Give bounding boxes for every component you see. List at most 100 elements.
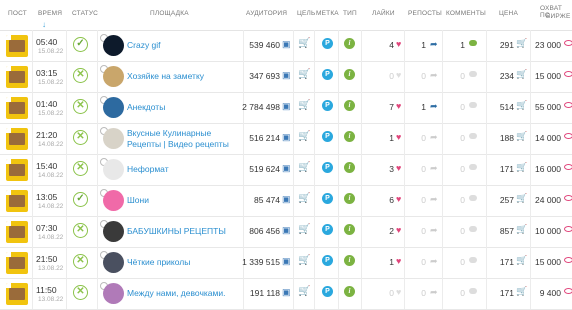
likes-count: 1 <box>389 133 394 143</box>
gift-icon[interactable]: ▣ <box>282 39 291 50</box>
cart-icon[interactable]: 🛒 <box>298 131 310 142</box>
buy-cart-icon[interactable]: 🛒 <box>516 224 527 235</box>
cart-icon[interactable]: 🛒 <box>298 38 310 49</box>
buy-cart-icon[interactable]: 🛒 <box>516 69 527 80</box>
eye-icon[interactable] <box>564 164 572 170</box>
header-audience[interactable]: АУДИТОРИЯ <box>246 10 287 17</box>
buy-cart-icon[interactable]: 🛒 <box>516 193 527 204</box>
cart-icon[interactable]: 🛒 <box>298 100 310 111</box>
post-thumbnail[interactable] <box>6 97 28 119</box>
post-thumbnail[interactable] <box>6 35 28 57</box>
status-cross-icon[interactable]: ✕ <box>73 68 88 83</box>
gift-icon[interactable]: ▣ <box>282 194 291 205</box>
comment-bubble-icon <box>469 226 477 232</box>
label-p-icon[interactable]: P <box>322 193 333 204</box>
status-cross-icon[interactable]: ✕ <box>73 130 88 145</box>
label-p-icon[interactable]: P <box>322 100 333 111</box>
post-thumbnail[interactable] <box>6 66 28 88</box>
buy-cart-icon[interactable]: 🛒 <box>516 100 527 111</box>
platform-name-link[interactable]: БАБУШКИНЫ РЕЦЕПТЫ <box>127 226 226 236</box>
gift-icon[interactable]: ▣ <box>282 70 291 81</box>
label-p-icon[interactable]: P <box>322 286 333 297</box>
eye-icon[interactable] <box>564 195 572 201</box>
arrow-down-icon[interactable]: ↓ <box>42 20 46 29</box>
avatar[interactable] <box>103 35 124 56</box>
header-comments[interactable]: КОММЕНТЫ <box>446 10 486 17</box>
label-p-icon[interactable]: P <box>322 224 333 235</box>
info-icon[interactable]: i <box>344 193 355 204</box>
header-reposts[interactable]: РЕПОСТЫ <box>408 10 442 17</box>
header-likes[interactable]: ЛАЙКИ <box>372 10 395 17</box>
post-thumbnail[interactable] <box>6 159 28 181</box>
info-icon[interactable]: i <box>344 255 355 266</box>
cart-icon[interactable]: 🛒 <box>298 162 310 173</box>
platform-name-link[interactable]: Чёткие приколы <box>127 257 190 267</box>
eye-icon[interactable] <box>564 288 572 294</box>
avatar[interactable] <box>103 283 124 304</box>
platform-name-link[interactable]: Анекдоты <box>127 102 165 112</box>
eye-icon[interactable] <box>564 40 572 46</box>
avatar[interactable] <box>103 221 124 242</box>
info-icon[interactable]: i <box>344 286 355 297</box>
buy-cart-icon[interactable]: 🛒 <box>516 38 527 49</box>
status-cross-icon[interactable]: ✕ <box>73 285 88 300</box>
info-icon[interactable]: i <box>344 100 355 111</box>
gift-icon[interactable]: ▣ <box>282 225 291 236</box>
platform-name-link[interactable]: Хозяйке на заметку <box>127 71 204 81</box>
platform-name-link[interactable]: Неформат <box>127 164 169 174</box>
eye-icon[interactable] <box>564 133 572 139</box>
gift-icon[interactable]: ▣ <box>282 132 291 143</box>
status-cross-icon[interactable]: ✕ <box>73 161 88 176</box>
label-p-icon[interactable]: P <box>322 162 333 173</box>
info-icon[interactable]: i <box>344 69 355 80</box>
cart-icon[interactable]: 🛒 <box>298 255 310 266</box>
buy-cart-icon[interactable]: 🛒 <box>516 255 527 266</box>
status-cross-icon[interactable]: ✕ <box>73 254 88 269</box>
avatar[interactable] <box>103 97 124 118</box>
avatar[interactable] <box>103 252 124 273</box>
gift-icon[interactable]: ▣ <box>282 287 291 298</box>
platform-name-link[interactable]: Crazy gif <box>127 40 161 50</box>
platform-name-link[interactable]: Вкусные Кулинарные Рецепты | Видео рецепт… <box>127 128 229 150</box>
info-icon[interactable]: i <box>344 38 355 49</box>
avatar[interactable] <box>103 66 124 87</box>
platform-name-link[interactable]: Между нами, девочками. <box>127 288 225 298</box>
gift-icon[interactable]: ▣ <box>282 256 291 267</box>
info-icon[interactable]: i <box>344 224 355 235</box>
header-time[interactable]: ВРЕМЯ <box>38 10 62 17</box>
eye-icon[interactable] <box>564 71 572 77</box>
label-p-icon[interactable]: P <box>322 38 333 49</box>
avatar[interactable] <box>103 128 124 149</box>
post-thumbnail[interactable] <box>6 283 28 305</box>
cart-icon[interactable]: 🛒 <box>298 69 310 80</box>
post-thumbnail[interactable] <box>6 252 28 274</box>
header-price[interactable]: ЦЕНА <box>499 10 518 17</box>
status-cross-icon[interactable]: ✕ <box>73 99 88 114</box>
label-p-icon[interactable]: P <box>322 131 333 142</box>
gift-icon[interactable]: ▣ <box>282 101 291 112</box>
label-p-icon[interactable]: P <box>322 255 333 266</box>
cart-icon[interactable]: 🛒 <box>298 224 310 235</box>
cart-icon[interactable]: 🛒 <box>298 286 310 297</box>
info-icon[interactable]: i <box>344 131 355 142</box>
status-check-icon[interactable]: ✓ <box>73 37 88 52</box>
eye-icon[interactable] <box>564 226 572 232</box>
gift-icon[interactable]: ▣ <box>282 163 291 174</box>
avatar[interactable] <box>103 159 124 180</box>
status-cross-icon[interactable]: ✕ <box>73 223 88 238</box>
status-check-icon[interactable]: ✓ <box>73 192 88 207</box>
buy-cart-icon[interactable]: 🛒 <box>516 286 527 297</box>
header-reach-2[interactable]: БИРЖЕ <box>546 13 571 20</box>
cart-icon[interactable]: 🛒 <box>298 193 310 204</box>
info-icon[interactable]: i <box>344 162 355 173</box>
buy-cart-icon[interactable]: 🛒 <box>516 162 527 173</box>
post-thumbnail[interactable] <box>6 221 28 243</box>
post-thumbnail[interactable] <box>6 190 28 212</box>
buy-cart-icon[interactable]: 🛒 <box>516 131 527 142</box>
platform-name-link[interactable]: Шони <box>127 195 149 205</box>
post-thumbnail[interactable] <box>6 128 28 150</box>
avatar[interactable] <box>103 190 124 211</box>
label-p-icon[interactable]: P <box>322 69 333 80</box>
eye-icon[interactable] <box>564 102 572 108</box>
eye-icon[interactable] <box>564 257 572 263</box>
